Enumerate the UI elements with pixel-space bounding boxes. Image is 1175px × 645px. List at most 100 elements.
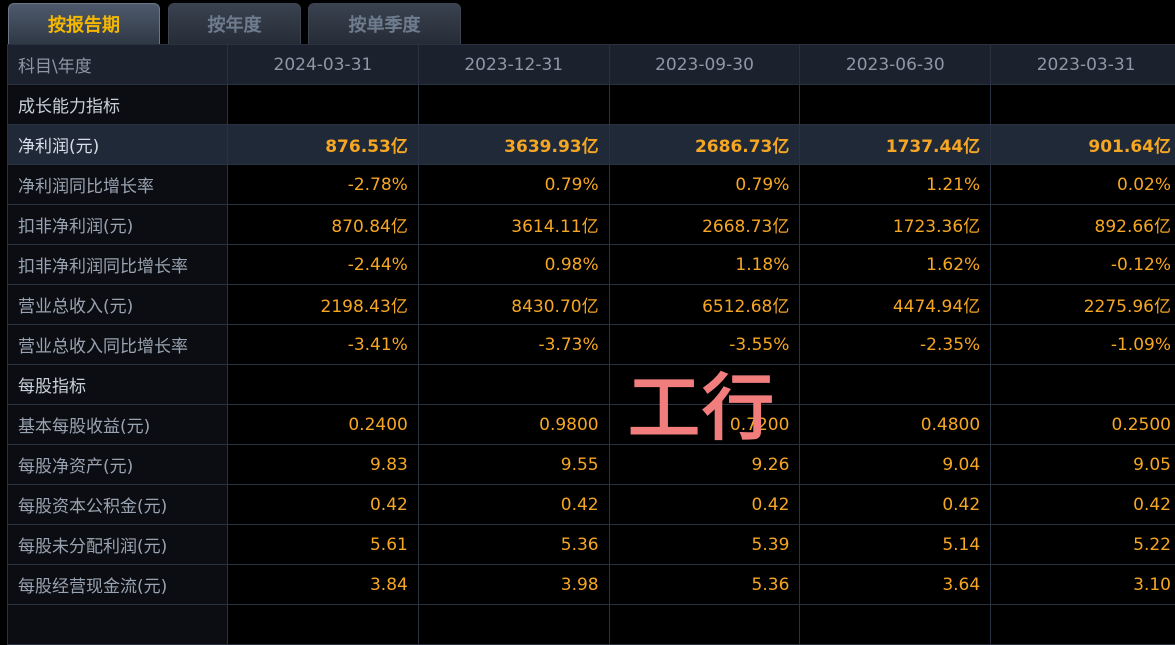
cell-value: 6512.68亿 bbox=[609, 285, 800, 325]
cell-value: 892.66亿 bbox=[991, 205, 1175, 245]
cell-value: 9.26 bbox=[609, 445, 800, 485]
cell-value: 0.42 bbox=[418, 485, 609, 525]
cell-value bbox=[609, 365, 800, 405]
table-body: 成长能力指标净利润(元)876.53亿3639.93亿2686.73亿1737.… bbox=[8, 85, 1175, 645]
cell-value bbox=[418, 605, 609, 645]
cell-value: 0.42 bbox=[609, 485, 800, 525]
cell-value: -2.44% bbox=[228, 245, 419, 285]
row-label: 营业总收入(元) bbox=[8, 285, 228, 325]
cell-value: 1.18% bbox=[609, 245, 800, 285]
row-label: 净利润同比增长率 bbox=[8, 165, 228, 205]
cell-value: 0.42 bbox=[991, 485, 1175, 525]
table-row: 扣非净利润同比增长率-2.44%0.98%1.18%1.62%-0.12% bbox=[8, 245, 1175, 285]
cell-value: 9.04 bbox=[800, 445, 991, 485]
row-label: 每股经营现金流(元) bbox=[8, 565, 228, 605]
cell-value bbox=[418, 85, 609, 125]
cell-value: 3.64 bbox=[800, 565, 991, 605]
cell-value: 1.21% bbox=[800, 165, 991, 205]
table-row: 基本每股收益(元)0.24000.98000.72000.48000.2500 bbox=[8, 405, 1175, 445]
table-row: 每股净资产(元)9.839.559.269.049.05 bbox=[8, 445, 1175, 485]
row-label: 净利润(元) bbox=[8, 125, 228, 165]
cell-value bbox=[228, 605, 419, 645]
cell-value: 3614.11亿 bbox=[418, 205, 609, 245]
header-period: 2023-09-30 bbox=[609, 45, 800, 85]
cell-value: 0.2400 bbox=[228, 405, 419, 445]
cell-value: 4474.94亿 bbox=[800, 285, 991, 325]
cell-value: 0.42 bbox=[228, 485, 419, 525]
cell-value bbox=[609, 85, 800, 125]
cell-value: -3.55% bbox=[609, 325, 800, 365]
cell-value: 5.14 bbox=[800, 525, 991, 565]
cell-value: 0.2500 bbox=[991, 405, 1175, 445]
table-row: 净利润同比增长率-2.78%0.79%0.79%1.21%0.02% bbox=[8, 165, 1175, 205]
cell-value bbox=[228, 365, 419, 405]
table-row: 营业总收入(元)2198.43亿8430.70亿6512.68亿4474.94亿… bbox=[8, 285, 1175, 325]
cell-value bbox=[800, 365, 991, 405]
cell-value: 2198.43亿 bbox=[228, 285, 419, 325]
cell-value: 0.79% bbox=[609, 165, 800, 205]
cell-value: 3.10 bbox=[991, 565, 1175, 605]
cell-value: -2.35% bbox=[800, 325, 991, 365]
cell-value: 0.42 bbox=[800, 485, 991, 525]
cell-value: 9.05 bbox=[991, 445, 1175, 485]
tab-by-report-period[interactable]: 按报告期 bbox=[8, 3, 160, 44]
table-row bbox=[8, 605, 1175, 645]
cell-value: 5.36 bbox=[609, 565, 800, 605]
cell-value bbox=[991, 605, 1175, 645]
header-period: 2024-03-31 bbox=[228, 45, 419, 85]
cell-value bbox=[991, 85, 1175, 125]
cell-value: 0.79% bbox=[418, 165, 609, 205]
cell-value: 0.9800 bbox=[418, 405, 609, 445]
cell-value: -1.09% bbox=[991, 325, 1175, 365]
table-header-row: 科目\年度 2024-03-31 2023-12-31 2023-09-30 2… bbox=[8, 45, 1175, 85]
table-row: 成长能力指标 bbox=[8, 85, 1175, 125]
cell-value bbox=[800, 605, 991, 645]
cell-value: 2275.96亿 bbox=[991, 285, 1175, 325]
row-label: 每股未分配利润(元) bbox=[8, 525, 228, 565]
cell-value: 2686.73亿 bbox=[609, 125, 800, 165]
row-label: 扣非净利润(元) bbox=[8, 205, 228, 245]
header-period: 2023-12-31 bbox=[418, 45, 609, 85]
row-label: 每股净资产(元) bbox=[8, 445, 228, 485]
cell-value: 901.64亿 bbox=[991, 125, 1175, 165]
cell-value bbox=[228, 85, 419, 125]
row-label: 每股指标 bbox=[8, 365, 228, 405]
table-row: 每股经营现金流(元)3.843.985.363.643.10 bbox=[8, 565, 1175, 605]
header-subject-year: 科目\年度 bbox=[8, 45, 228, 85]
table-row: 每股指标 bbox=[8, 365, 1175, 405]
cell-value: 1.62% bbox=[800, 245, 991, 285]
row-label: 扣非净利润同比增长率 bbox=[8, 245, 228, 285]
tab-by-year[interactable]: 按年度 bbox=[168, 3, 301, 44]
table-row: 每股资本公积金(元)0.420.420.420.420.42 bbox=[8, 485, 1175, 525]
cell-value: 0.4800 bbox=[800, 405, 991, 445]
row-label: 基本每股收益(元) bbox=[8, 405, 228, 445]
cell-value bbox=[991, 365, 1175, 405]
cell-value: 1737.44亿 bbox=[800, 125, 991, 165]
cell-value: 0.98% bbox=[418, 245, 609, 285]
row-label: 营业总收入同比增长率 bbox=[8, 325, 228, 365]
cell-value: -3.73% bbox=[418, 325, 609, 365]
tab-by-quarter[interactable]: 按单季度 bbox=[308, 3, 461, 44]
cell-value: 0.7200 bbox=[609, 405, 800, 445]
cell-value: 9.55 bbox=[418, 445, 609, 485]
cell-value bbox=[418, 365, 609, 405]
cell-value: 9.83 bbox=[228, 445, 419, 485]
cell-value: 1723.36亿 bbox=[800, 205, 991, 245]
row-label bbox=[8, 605, 228, 645]
row-label: 每股资本公积金(元) bbox=[8, 485, 228, 525]
cell-value: 2668.73亿 bbox=[609, 205, 800, 245]
cell-value: 5.36 bbox=[418, 525, 609, 565]
cell-value: 5.61 bbox=[228, 525, 419, 565]
cell-value: 0.02% bbox=[991, 165, 1175, 205]
cell-value bbox=[800, 85, 991, 125]
table-row: 营业总收入同比增长率-3.41%-3.73%-3.55%-2.35%-1.09% bbox=[8, 325, 1175, 365]
cell-value: 3.98 bbox=[418, 565, 609, 605]
table-row: 每股未分配利润(元)5.615.365.395.145.22 bbox=[8, 525, 1175, 565]
cell-value: -0.12% bbox=[991, 245, 1175, 285]
cell-value: 5.39 bbox=[609, 525, 800, 565]
header-period: 2023-06-30 bbox=[800, 45, 991, 85]
cell-value: 3.84 bbox=[228, 565, 419, 605]
cell-value bbox=[609, 605, 800, 645]
cell-value: 876.53亿 bbox=[228, 125, 419, 165]
header-period: 2023-03-31 bbox=[991, 45, 1175, 85]
